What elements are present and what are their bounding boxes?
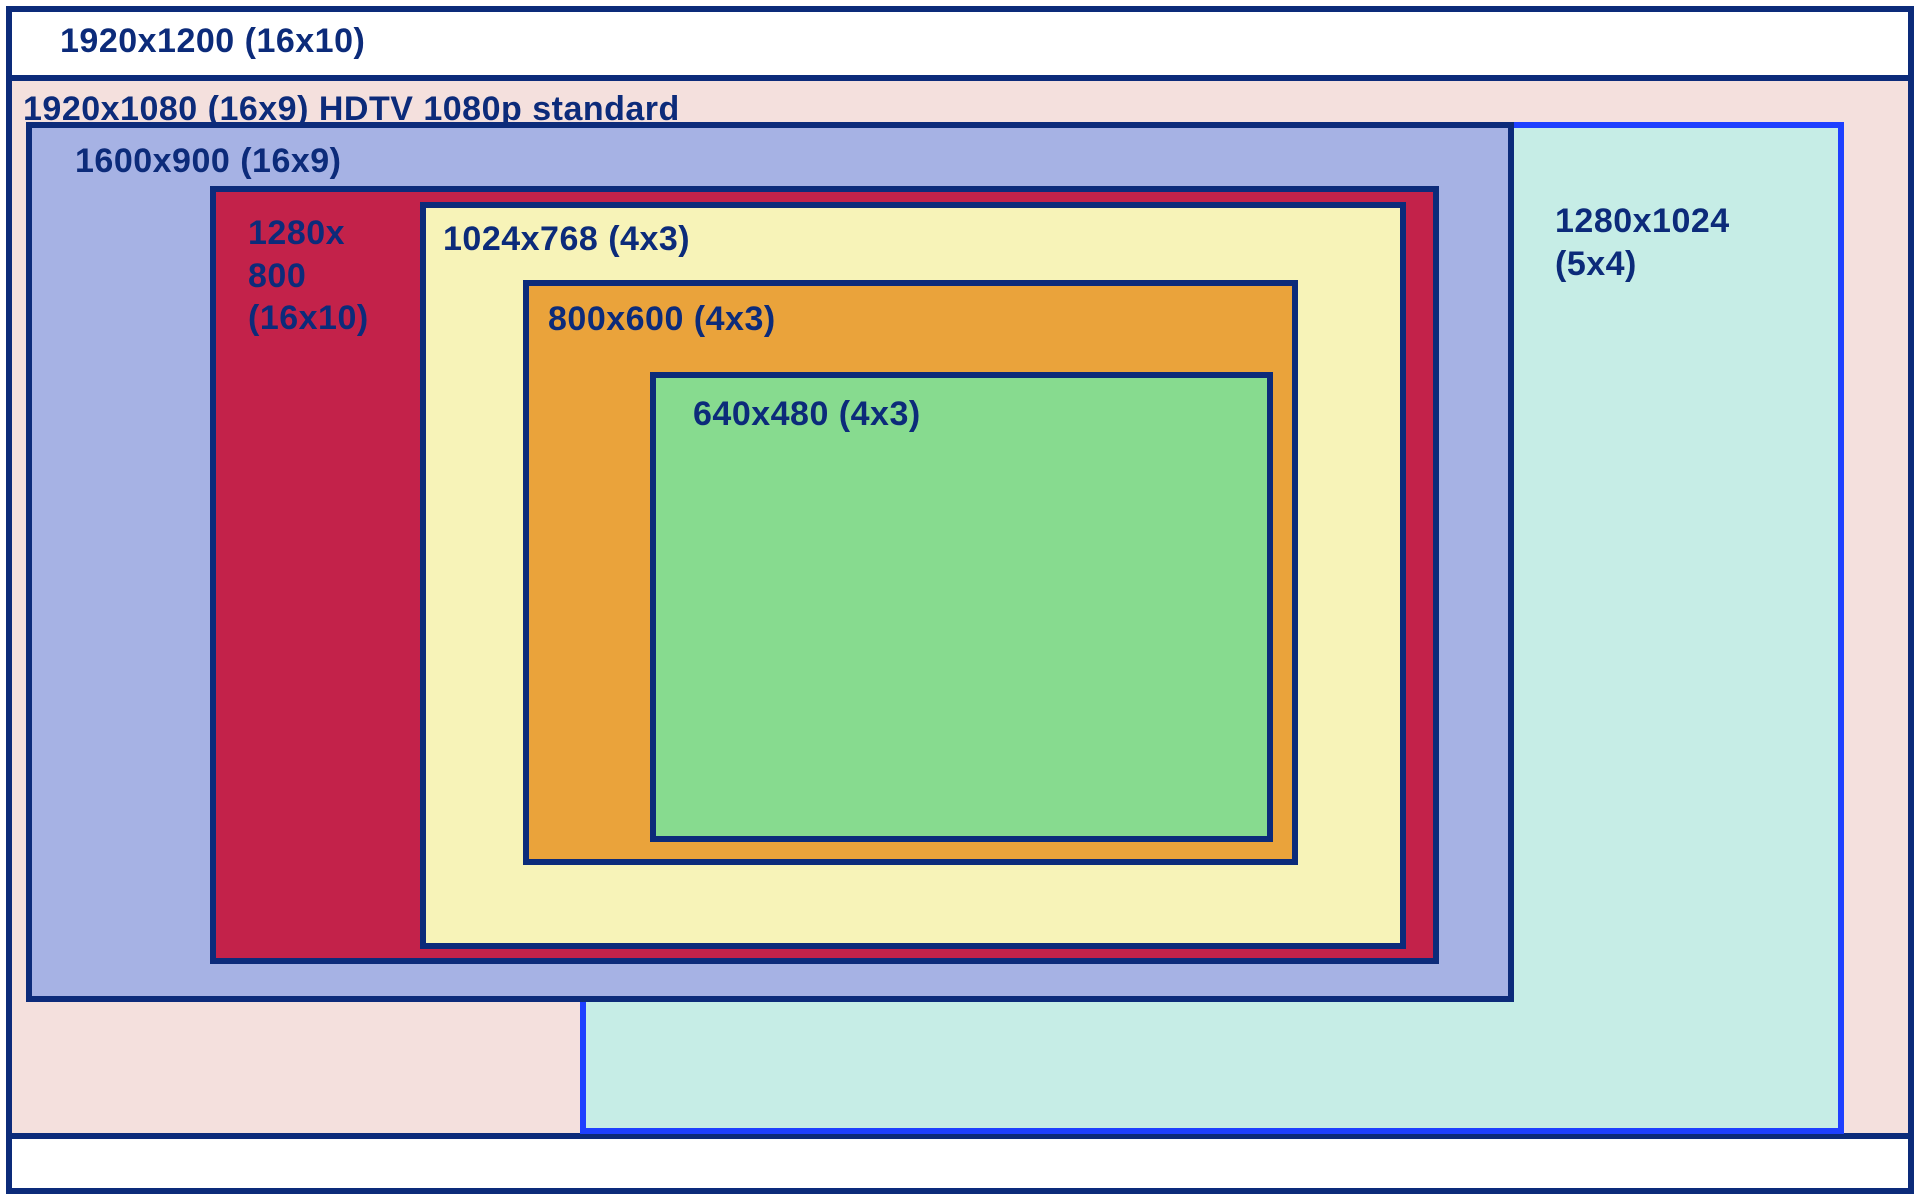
resolution-label-1920x1200: 1920x1200 (16x10) xyxy=(60,20,365,63)
resolution-label-1024x768: 1024x768 (4x3) xyxy=(443,218,690,261)
resolution-label-1280x800: 1280x 800 (16x10) xyxy=(248,212,369,340)
resolution-label-1600x900: 1600x900 (16x9) xyxy=(75,140,342,183)
resolution-label-1280x1024: 1280x1024 (5x4) xyxy=(1555,200,1730,285)
resolution-diagram: 1920x1200 (16x10) 1920x1080 (16x9) HDTV … xyxy=(0,0,1920,1200)
resolution-label-640x480: 640x480 (4x3) xyxy=(693,393,921,436)
resolution-box-640x480 xyxy=(650,372,1273,842)
resolution-label-800x600: 800x600 (4x3) xyxy=(548,298,776,341)
